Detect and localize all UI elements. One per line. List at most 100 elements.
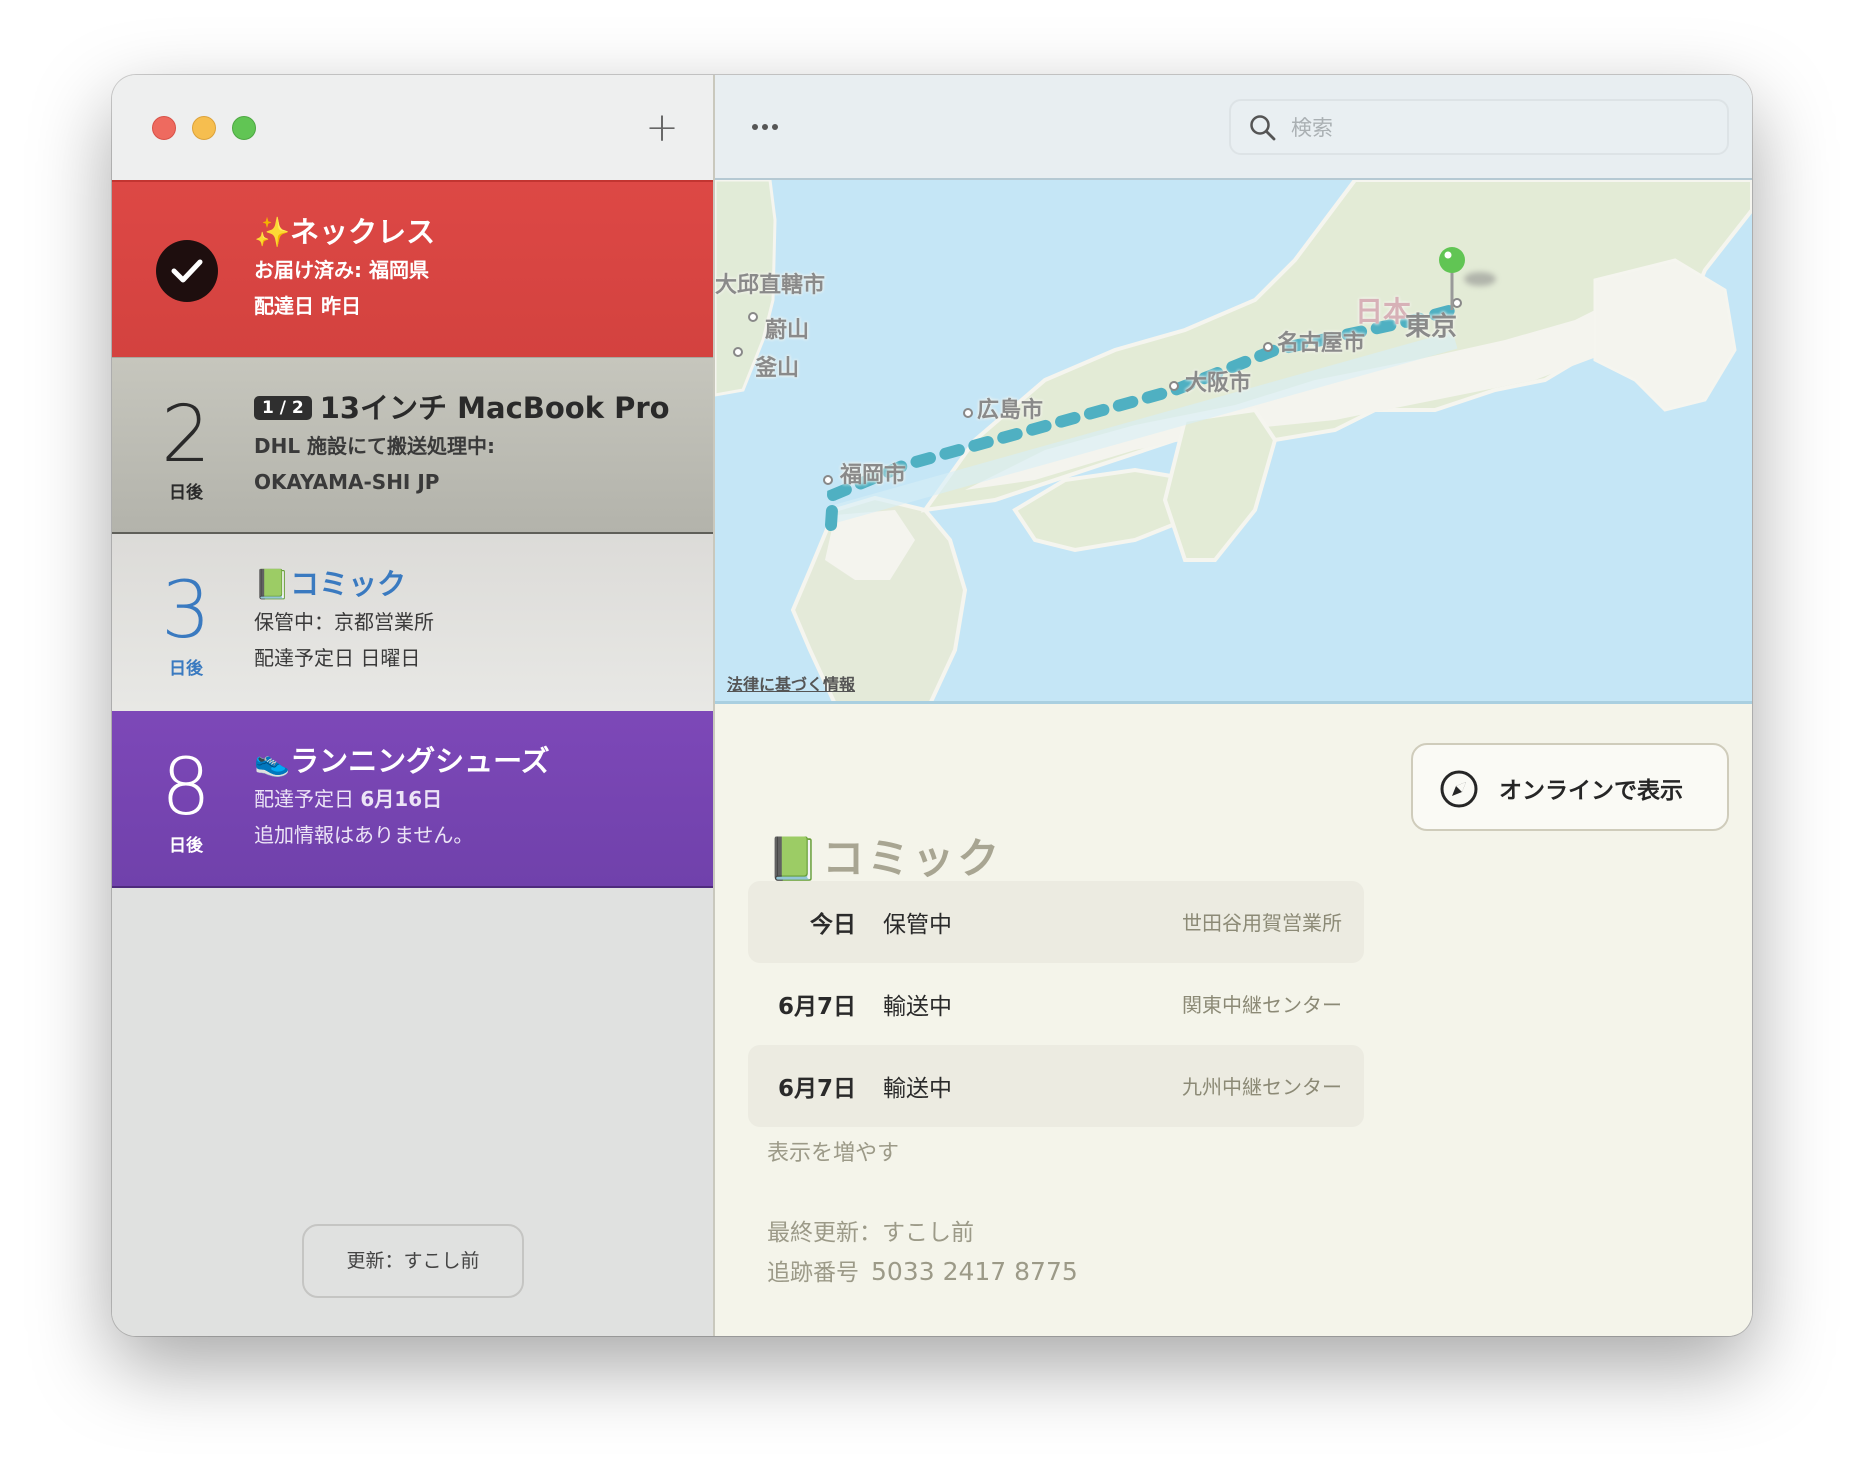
package-name: コミック <box>290 567 407 601</box>
package-item-necklace[interactable]: ✨ネックレス お届け済み: 福岡県 配達日 昨日 <box>112 180 713 357</box>
package-title: 1 / 2 13インチ MacBook Pro <box>254 388 693 428</box>
map-label-tokyo: 東京 <box>1405 312 1458 342</box>
detail-title: 📗コミック <box>767 825 1002 886</box>
map-label-fukuoka: 福岡市 <box>840 463 907 488</box>
view-online-label: オンラインで表示 <box>1499 778 1683 804</box>
checkmark-icon <box>171 259 203 283</box>
package-item-comic[interactable]: 3 日後 📗コミック 保管中：京都営業所 配達予定日 日曜日 <box>112 534 713 711</box>
event-location: 世田谷用賀営業所 <box>1182 911 1342 935</box>
search-icon <box>1250 115 1276 141</box>
tracking-event-row: 6月7日 輸送中 九州中継センター <box>748 1045 1364 1127</box>
event-location: 関東中継センター <box>1182 993 1342 1017</box>
date-value: 6月16日 <box>360 787 443 811</box>
package-date: 配達予定日 日曜日 <box>254 646 421 670</box>
package-date: 配達日 昨日 <box>254 294 361 318</box>
tracking-event-row: 6月7日 輸送中 関東中継センター <box>748 963 1364 1045</box>
days-unit: 日後 <box>169 483 203 503</box>
package-item-macbook[interactable]: 2 日後 1 / 2 13インチ MacBook Pro DHL 施設にて搬送処理… <box>112 357 713 534</box>
map-label-ulsan: 蔚山 <box>765 318 810 343</box>
package-info: 1 / 2 13インチ MacBook Pro DHL 施設にて搬送処理中: OK… <box>254 388 693 500</box>
compass-icon <box>1440 770 1478 808</box>
package-name: ランニングシューズ <box>290 744 550 778</box>
view-online-button[interactable]: オンラインで表示 <box>1411 743 1729 831</box>
sidebar-titlebar: + <box>112 75 713 180</box>
days-count: 8 <box>161 743 211 833</box>
days-remaining: 8 日後 <box>130 749 242 856</box>
package-date: 配達予定日 6月16日 <box>254 781 693 817</box>
tracking-event-row: 今日 保管中 世田谷用賀営業所 <box>748 881 1364 963</box>
days-count: 2 <box>161 390 211 480</box>
plus-icon: + <box>645 105 679 151</box>
marker-osaka <box>1169 381 1179 391</box>
tracking-number-value[interactable]: 5033 2417 8775 <box>871 1257 1078 1286</box>
package-name: 13インチ MacBook Pro <box>319 391 670 425</box>
green-book-icon: 📗 <box>767 834 823 883</box>
search-field[interactable] <box>1229 99 1729 155</box>
sidebar: + ✨ネックレス お届け済み: 福岡県 配達日 昨日 2 日後 1 / 2 13イ… <box>112 75 713 1336</box>
app-window: + ✨ネックレス お届け済み: 福岡県 配達日 昨日 2 日後 1 / 2 13イ… <box>112 75 1752 1336</box>
package-status: 保管中：京都営業所 <box>254 610 434 634</box>
map-label-japan: 日本 <box>1355 295 1412 328</box>
event-date: 今日 <box>810 912 856 938</box>
ellipsis-dot <box>762 124 768 130</box>
package-info: 📗コミック 保管中：京都営業所 配達予定日 日曜日 <box>254 564 693 676</box>
days-remaining: 3 日後 <box>130 572 242 679</box>
marker-ulsan <box>748 312 758 322</box>
ellipsis-icon <box>752 124 758 130</box>
package-item-running-shoes[interactable]: 8 日後 👟ランニングシューズ 配達予定日 6月16日 追加情報はありません。 <box>112 711 713 888</box>
route-map[interactable]: 大邱直轄市 蔚山 釜山 日本 広島市 福岡市 大阪市 名古屋市 東京 法律に基づ… <box>715 180 1752 704</box>
tracking-number-row: 追跡番号 5033 2417 8775 <box>767 1253 1078 1287</box>
event-date: 6月7日 <box>777 1076 856 1102</box>
map-pin-icon <box>1439 247 1465 273</box>
delivered-check-badge <box>156 240 218 302</box>
map-label-daegu: 大邱直轄市 <box>715 273 826 298</box>
days-count: 3 <box>161 566 211 656</box>
marker-busan <box>733 347 743 357</box>
event-status: 輸送中 <box>883 994 952 1020</box>
tracking-events: 今日 保管中 世田谷用賀営業所 6月7日 輸送中 関東中継センター 6月7日 輸… <box>748 881 1364 1127</box>
event-date: 6月7日 <box>777 994 856 1020</box>
event-status: 保管中 <box>883 912 952 938</box>
detail-package-name: コミック <box>822 834 1003 883</box>
sneaker-icon: 👟 <box>254 744 291 778</box>
package-status: お届け済み: 福岡県 <box>254 258 429 282</box>
package-info: ✨ネックレス お届け済み: 福岡県 配達日 昨日 <box>254 212 693 324</box>
map-label-hiroshima: 広島市 <box>977 398 1044 423</box>
map-label-nagoya: 名古屋市 <box>1277 331 1366 356</box>
days-unit: 日後 <box>169 836 203 856</box>
more-options-button[interactable] <box>745 105 795 145</box>
sparkles-icon: ✨ <box>254 215 291 249</box>
days-remaining: 2 日後 <box>130 396 242 503</box>
package-status: 追加情報はありません。 <box>254 823 474 847</box>
detail-pane: 大邱直轄市 蔚山 釜山 日本 広島市 福岡市 大阪市 名古屋市 東京 法律に基づ… <box>715 75 1752 1336</box>
days-unit: 日後 <box>169 659 203 679</box>
minimize-window-button[interactable] <box>192 116 216 140</box>
refresh-button[interactable]: 更新：すこし前 <box>302 1224 524 1298</box>
maximize-window-button[interactable] <box>232 116 256 140</box>
event-status: 輸送中 <box>883 1076 952 1102</box>
map-canvas <box>715 180 1752 701</box>
main-toolbar <box>715 75 1752 180</box>
map-label-osaka: 大阪市 <box>1185 371 1252 396</box>
close-window-button[interactable] <box>152 116 176 140</box>
marker-fukuoka <box>823 475 833 485</box>
date-label: 配達予定日 <box>254 787 361 811</box>
pin-shadow <box>1464 272 1496 286</box>
map-label-busan: 釜山 <box>755 356 800 381</box>
pane-divider[interactable] <box>713 75 715 1336</box>
legal-info-link[interactable]: 法律に基づく情報 <box>727 671 855 695</box>
package-title: ✨ネックレス <box>254 212 693 252</box>
package-name: ネックレス <box>290 215 436 249</box>
package-status: DHL 施設にて搬送処理中: OKAYAMA-SHI JP <box>254 434 496 494</box>
event-location: 九州中継センター <box>1182 1075 1342 1099</box>
shipment-count-badge: 1 / 2 <box>254 396 312 420</box>
show-more-link[interactable]: 表示を増やす <box>767 1135 899 1167</box>
green-book-icon: 📗 <box>254 567 291 601</box>
marker-nagoya <box>1263 342 1273 352</box>
package-title: 👟ランニングシューズ <box>254 741 693 781</box>
ellipsis-dot <box>772 124 778 130</box>
search-input[interactable] <box>1289 111 1713 145</box>
marker-hiroshima <box>963 408 973 418</box>
add-package-button[interactable]: + <box>642 108 682 149</box>
last-updated-text: 最終更新：すこし前 <box>767 1220 974 1246</box>
